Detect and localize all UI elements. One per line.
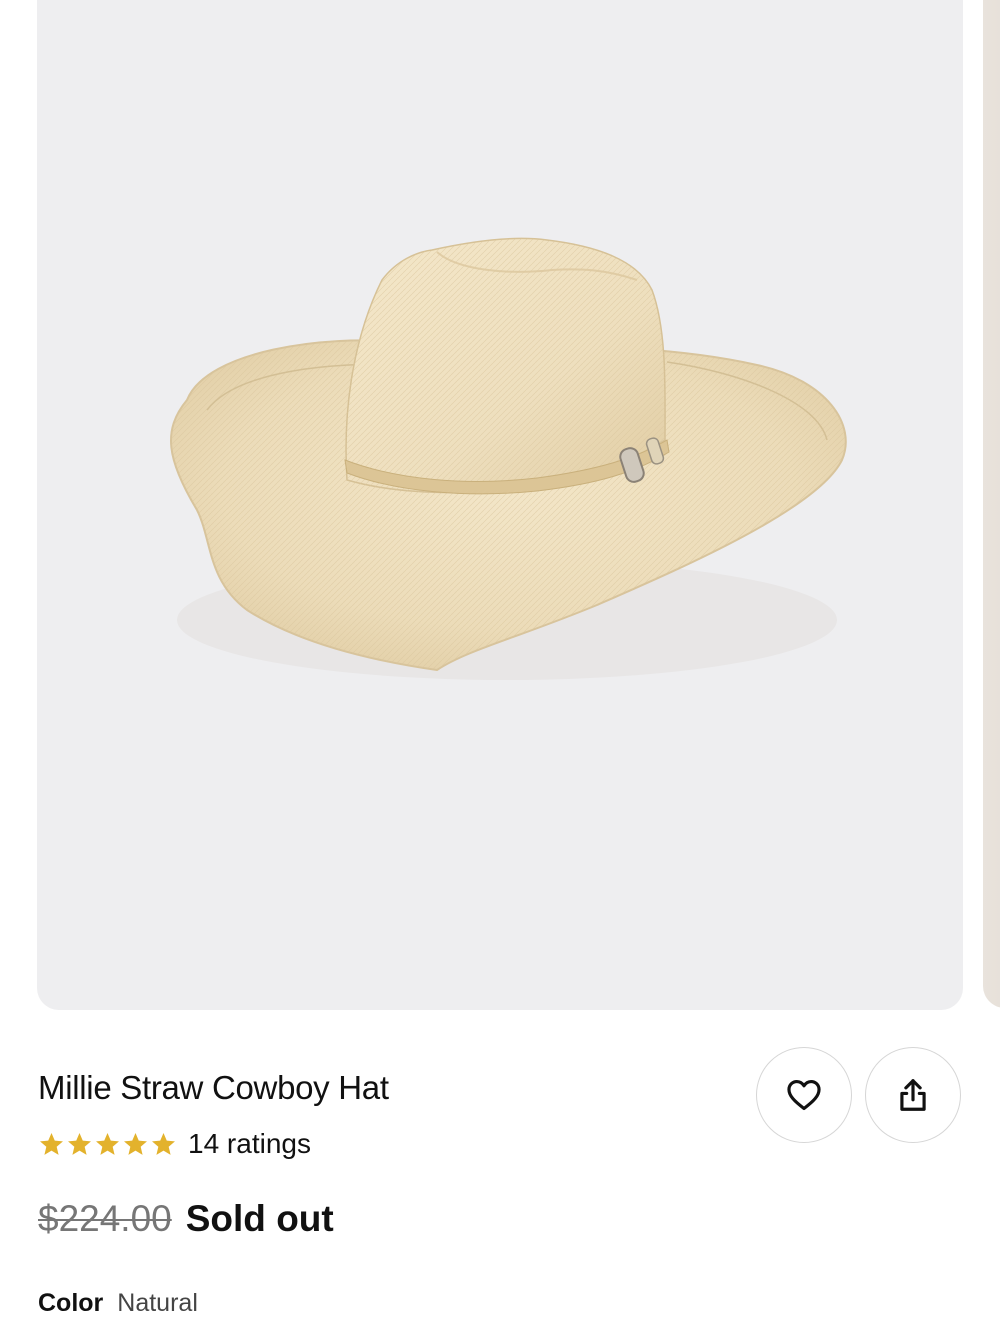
price-row: $224.00 Sold out: [38, 1198, 334, 1240]
star-icon: [152, 1132, 175, 1155]
ratings-count[interactable]: 14 ratings: [188, 1128, 311, 1160]
product-image[interactable]: [37, 0, 963, 1010]
color-selector: Color Natural: [38, 1289, 198, 1318]
color-value: Natural: [117, 1289, 198, 1317]
product-title: Millie Straw Cowboy Hat: [38, 1069, 389, 1106]
star-icon: [68, 1132, 91, 1155]
star-icon: [40, 1132, 63, 1155]
star-icon: [124, 1132, 147, 1155]
share-icon: [900, 1079, 926, 1111]
original-price: $224.00: [38, 1198, 172, 1239]
product-rating[interactable]: 14 ratings: [38, 1127, 311, 1161]
availability-status: Sold out: [185, 1198, 334, 1239]
next-product-image[interactable]: [983, 0, 1000, 1008]
favorite-button[interactable]: [756, 1047, 852, 1143]
color-label: Color: [38, 1289, 104, 1317]
product-image-gallery[interactable]: [0, 0, 1000, 1010]
share-button[interactable]: [865, 1047, 961, 1143]
star-icon: [96, 1132, 119, 1155]
rating-stars: [38, 1131, 177, 1158]
straw-cowboy-hat-image: [170, 237, 847, 680]
heart-icon: [787, 1079, 821, 1111]
